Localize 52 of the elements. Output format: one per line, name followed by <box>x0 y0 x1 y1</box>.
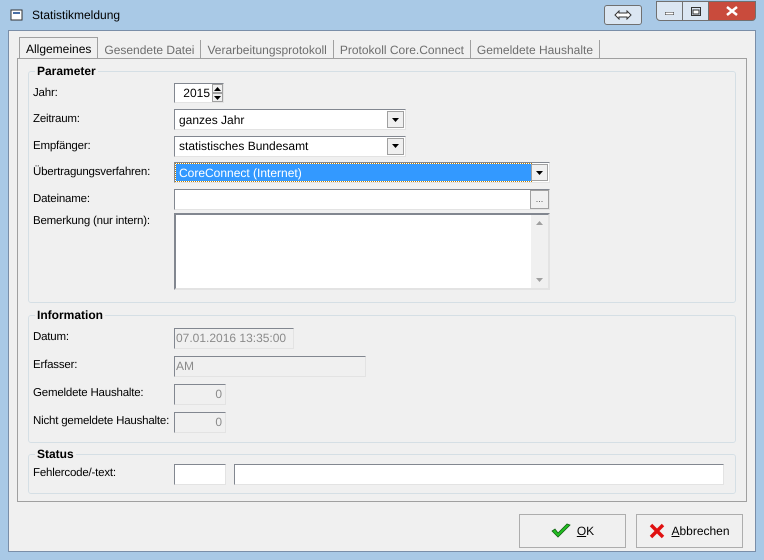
field-label: Übertragungsverfahren: <box>33 164 152 180</box>
dropdown-button[interactable] <box>387 111 404 128</box>
field-label: Zeitraum: <box>33 112 81 128</box>
up-arrow-icon <box>214 86 221 91</box>
field-label: Dateiname: <box>33 192 91 207</box>
field-label: Jahr: <box>33 86 59 101</box>
field-label: Bemerkung (nur intern): <box>33 214 151 228</box>
minimize-button[interactable] <box>656 1 683 21</box>
scrollbar[interactable] <box>531 214 548 288</box>
checkmark-icon <box>550 523 571 539</box>
tab[interactable]: Allgemeines <box>19 37 98 59</box>
error-code-field[interactable] <box>174 464 226 484</box>
tab[interactable]: Gesendete Datei <box>98 40 202 59</box>
error-text-field[interactable] <box>234 464 724 484</box>
minimize-icon <box>665 12 674 15</box>
scroll-up-icon <box>536 220 543 224</box>
field-label: Nicht gemeldete Haushalte: <box>33 414 170 430</box>
tab[interactable]: Verarbeitungsprotokoll <box>201 40 334 59</box>
close-button[interactable] <box>709 1 756 21</box>
cancel-button[interactable]: Abbrechen <box>636 514 743 548</box>
remark-field[interactable] <box>174 212 550 290</box>
field-label: Empfänger: <box>33 138 92 154</box>
field-label: Gemeldete Haushalte: <box>33 386 144 402</box>
ok-button[interactable]: OK <box>519 514 626 548</box>
down-arrow-icon <box>214 96 221 100</box>
filename-field[interactable]: ... <box>174 188 550 210</box>
close-icon <box>726 6 738 16</box>
browse-button[interactable]: ... <box>530 190 549 209</box>
dropdown[interactable]: statistisches Bundesamt <box>174 136 406 157</box>
double-arrow-icon <box>614 10 632 20</box>
dropdown-button[interactable] <box>531 164 548 182</box>
spin-down-button[interactable] <box>212 93 223 102</box>
dropdown[interactable]: ganzes Jahr <box>174 109 406 130</box>
tab[interactable]: Protokoll Core.Connect <box>334 40 471 59</box>
maximize-button[interactable] <box>683 1 709 21</box>
resize-button[interactable] <box>604 5 642 25</box>
scroll-down-icon <box>536 278 543 282</box>
window-title: Statistikmeldung <box>32 7 120 24</box>
down-arrow-icon <box>392 118 399 122</box>
maximize-icon <box>690 6 700 16</box>
x-icon <box>649 523 666 539</box>
tab[interactable]: Gemeldete Haushalte <box>470 40 600 59</box>
window-icon <box>10 8 24 22</box>
down-arrow-icon <box>392 144 399 148</box>
field-label: Fehlercode/-text: <box>33 466 117 482</box>
field-label: Erfasser: <box>33 358 78 374</box>
dropdown-button[interactable] <box>387 138 404 155</box>
field-label: Datum: <box>33 330 70 346</box>
down-arrow-icon <box>536 170 543 175</box>
year-spinner[interactable]: 2015 <box>174 83 224 104</box>
spin-up-button[interactable] <box>212 84 223 94</box>
dropdown[interactable]: CoreConnect (Internet) <box>174 162 550 184</box>
